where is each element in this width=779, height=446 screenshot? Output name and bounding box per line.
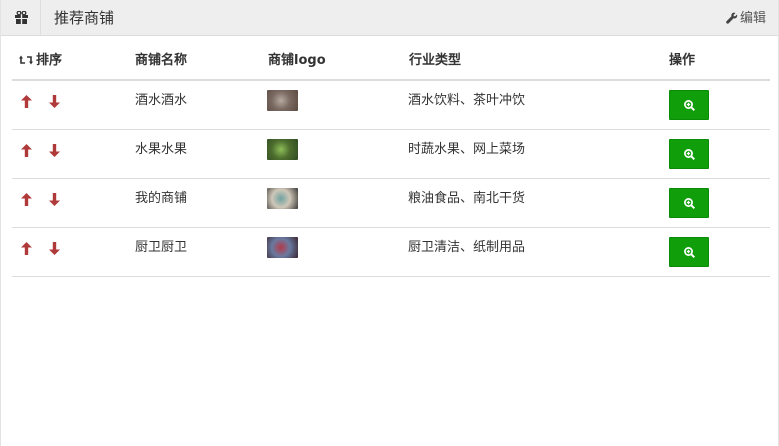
shop-name: 水果水果 bbox=[135, 142, 188, 157]
shop-industry: 时蔬水果、网上菜场 bbox=[408, 142, 526, 157]
column-header-logo: 商铺logo bbox=[268, 53, 326, 68]
zoom-in-icon bbox=[684, 198, 695, 209]
gift-icon bbox=[15, 11, 28, 24]
table-header: 排序 商铺名称 商铺logo 行业类型 操作 bbox=[12, 37, 770, 81]
shop-name: 我的商铺 bbox=[135, 191, 188, 206]
zoom-in-icon bbox=[684, 247, 695, 258]
wrench-icon bbox=[726, 12, 738, 24]
shop-logo-image bbox=[267, 90, 298, 111]
shop-industry: 粮油食品、南北干货 bbox=[408, 191, 526, 206]
view-shop-button[interactable] bbox=[669, 139, 709, 169]
table-body: 酒水酒水 酒水饮料、茶叶冲饮 水果水果 时蔬水果、网上菜场 我的商铺 粮油食品、南北干货厨… bbox=[12, 81, 770, 277]
move-up-icon[interactable] bbox=[21, 142, 32, 157]
column-header-name: 商铺名称 bbox=[135, 53, 188, 68]
column-header-industry: 行业类型 bbox=[409, 53, 462, 68]
move-up-icon[interactable] bbox=[21, 93, 32, 108]
table-row: 厨卫厨卫 厨卫清洁、纸制用品 bbox=[12, 228, 770, 277]
table-row: 我的商铺 粮油食品、南北干货 bbox=[12, 179, 770, 228]
recommended-shops-panel: 推荐商铺 编辑 排序 商铺名称 商铺logo 行业类型 操作 酒水酒水 酒水饮料、… bbox=[0, 0, 779, 446]
shop-industry: 酒水饮料、茶叶冲饮 bbox=[408, 93, 526, 108]
move-down-icon[interactable] bbox=[49, 191, 60, 206]
view-shop-button[interactable] bbox=[669, 188, 709, 218]
shop-name: 酒水酒水 bbox=[135, 93, 188, 108]
view-shop-button[interactable] bbox=[669, 90, 709, 120]
column-header-sort[interactable]: 排序 bbox=[19, 53, 62, 69]
edit-label: 编辑 bbox=[739, 11, 766, 26]
retweet-icon bbox=[19, 55, 33, 65]
column-header-action: 操作 bbox=[669, 53, 696, 68]
column-header-sort-label: 排序 bbox=[36, 53, 63, 68]
move-up-icon[interactable] bbox=[21, 191, 32, 206]
shop-name: 厨卫厨卫 bbox=[135, 240, 188, 255]
shop-logo-image bbox=[267, 237, 298, 258]
move-down-icon[interactable] bbox=[49, 142, 60, 157]
panel-title: 推荐商铺 bbox=[54, 9, 115, 27]
move-up-icon[interactable] bbox=[21, 240, 32, 255]
view-shop-button[interactable] bbox=[669, 237, 709, 267]
zoom-in-icon bbox=[684, 100, 695, 111]
shop-logo-image bbox=[267, 188, 298, 209]
table-row: 酒水酒水 酒水饮料、茶叶冲饮 bbox=[12, 81, 770, 130]
shop-table: 排序 商铺名称 商铺logo 行业类型 操作 酒水酒水 酒水饮料、茶叶冲饮水果水果… bbox=[12, 37, 770, 277]
move-down-icon[interactable] bbox=[49, 240, 60, 255]
header-icon-box bbox=[1, 0, 41, 36]
table-row: 水果水果 时蔬水果、网上菜场 bbox=[12, 130, 770, 179]
move-down-icon[interactable] bbox=[49, 93, 60, 108]
shop-logo-image bbox=[267, 139, 298, 160]
edit-button[interactable]: 编辑 bbox=[726, 11, 766, 27]
zoom-in-icon bbox=[684, 149, 695, 160]
panel-header: 推荐商铺 编辑 bbox=[1, 0, 778, 36]
shop-industry: 厨卫清洁、纸制用品 bbox=[408, 240, 526, 255]
